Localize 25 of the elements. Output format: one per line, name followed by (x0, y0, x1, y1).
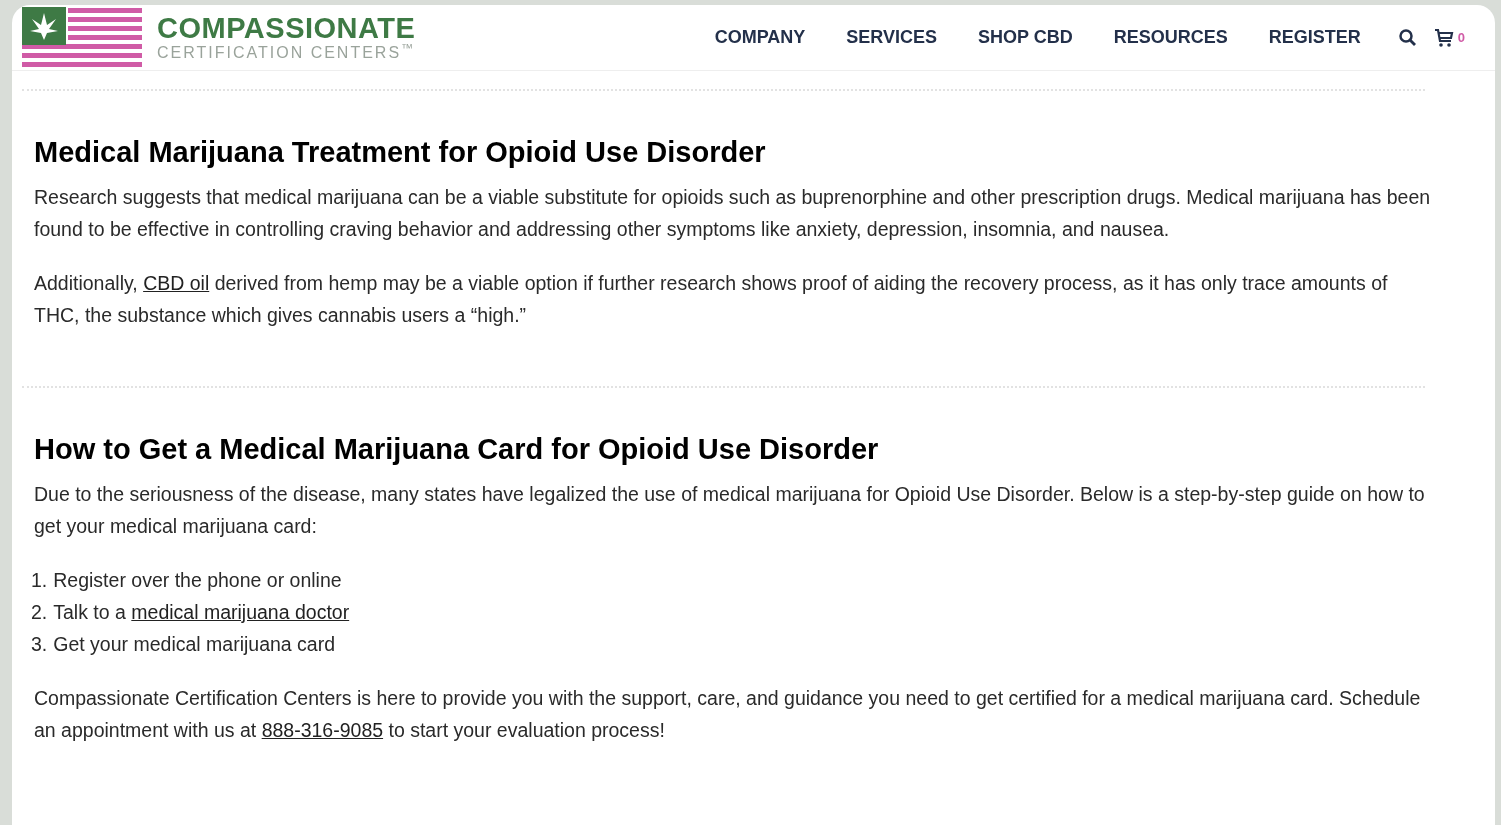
paragraph: Additionally, CBD oil derived from hemp may be a viable option if further research shows proof of aiding the recovery process, as it has only trace amounts of THC, the substance which gives cannabis users a “high.” (34, 271, 1389, 328)
list-number: 1. (31, 568, 48, 593)
list-item-text: Register over the phone or online (53, 568, 342, 593)
paragraph: Compassionate Certification Centers is here to provide you with the support, care, and guidance you need to get certified for a medical marijuana card. Schedule an appointment with us at 888-316-9085 to start your evaluation process! (34, 686, 1422, 743)
nav-link[interactable]: REGISTER (1268, 24, 1361, 51)
section-heading: Medical Marijuana Treatment for Opioid Use Disorder (34, 135, 767, 169)
cart-count: 0 (1457, 28, 1465, 47)
nav-link[interactable]: RESOURCES (1113, 24, 1228, 51)
paragraph: Due to the seriousness of the disease, many states have legalized the use of medical marijuana for Opioid Use Disorder. Below is a step-by-step guide on how to get your medical marijuana card: (34, 482, 1426, 539)
text-link[interactable]: 888-316-9085 (261, 719, 384, 741)
text-link[interactable]: CBD oil (143, 272, 210, 294)
list-item-text: Talk to a medical marijuana doctor (53, 600, 350, 625)
logo-subtitle: CERTIFICATION CENTERS$^{™}$ (157, 45, 416, 61)
list-number: 3. (31, 632, 48, 657)
nav-link[interactable]: COMPANY (714, 24, 806, 51)
paragraph: Research suggests that medical marijuana can be a viable substitute for opioids such as buprenorphine and other prescription drugs. Medical marijuana has been found to be effective in controlling craving behavior and addressing other symptoms like anxiety, depression, insomnia, and nausea. (34, 185, 1432, 242)
section-heading: How to Get a Medical Marijuana Card for Opioid Use Disorder (34, 432, 880, 466)
cart-icon[interactable] (1433, 27, 1454, 48)
list-item-text: Get your medical marijuana card (53, 632, 336, 657)
list-number: 2. (31, 600, 48, 625)
nav-link[interactable]: SERVICES (846, 24, 938, 51)
text-link[interactable]: medical marijuana doctor (131, 601, 350, 623)
nav-link[interactable]: SHOP CBD (978, 24, 1073, 51)
search-icon[interactable] (1398, 28, 1417, 47)
logo-title: COMPASSIONATE (157, 14, 416, 43)
